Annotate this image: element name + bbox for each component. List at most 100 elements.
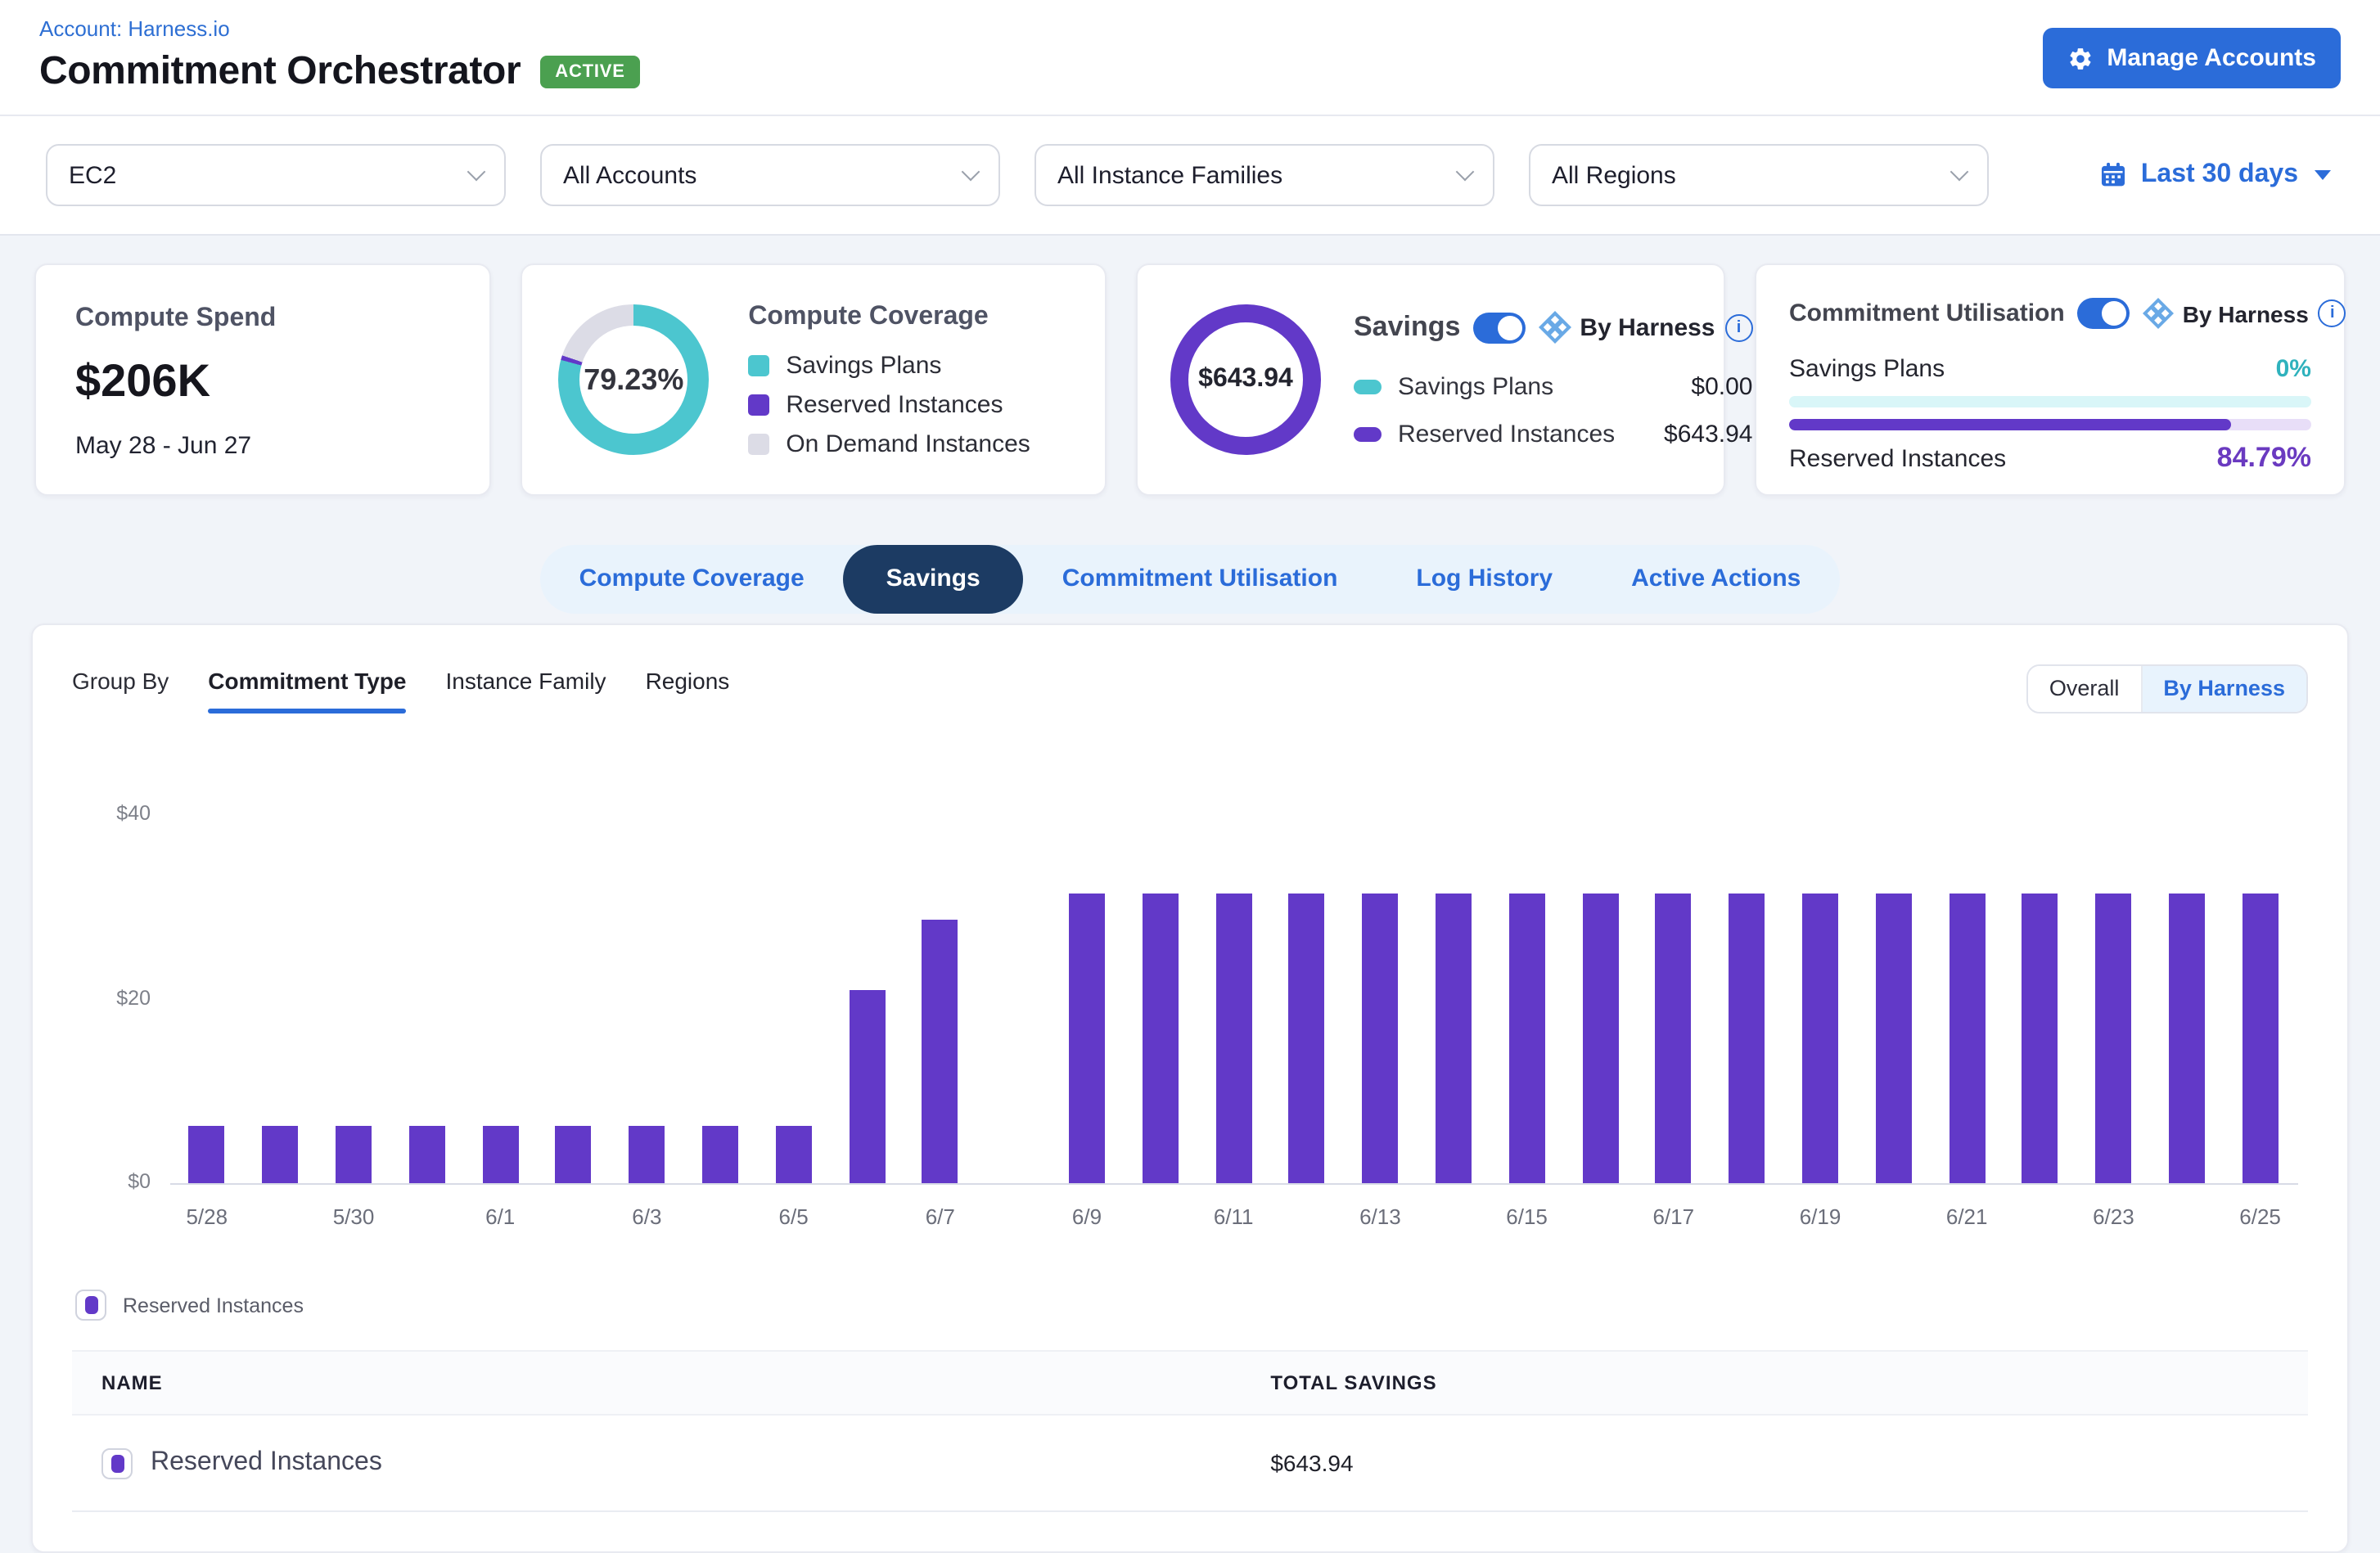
coverage-donut-chart: 79.23% xyxy=(558,304,709,455)
coverage-legend: Savings Plans Reserved Instances On Dema… xyxy=(748,351,1030,457)
x-axis-tick: 6/13 xyxy=(1359,1204,1401,1229)
x-axis-tick: 6/1 xyxy=(485,1204,515,1229)
tab-active-actions[interactable]: Active Actions xyxy=(1592,545,1840,614)
x-axis-tick: 6/3 xyxy=(632,1204,661,1229)
account-link[interactable]: Account: Harness.io xyxy=(39,16,230,41)
compute-spend-card: Compute Spend $206K May 28 - Jun 27 xyxy=(34,263,491,496)
legend-item: On Demand Instances xyxy=(748,430,1030,457)
date-range-picker[interactable]: Last 30 days xyxy=(2098,160,2331,190)
tab-commitment-utilisation[interactable]: Commitment Utilisation xyxy=(1023,545,1377,614)
gear-icon xyxy=(2067,45,2094,71)
bar-5/29[interactable] xyxy=(262,1125,298,1183)
info-icon[interactable]: i xyxy=(1725,313,1753,341)
util-row-percent: 0% xyxy=(2276,355,2311,383)
bar-5/31[interactable] xyxy=(409,1125,445,1183)
tab-savings[interactable]: Savings xyxy=(844,545,1023,614)
bar-6/6[interactable] xyxy=(849,990,885,1183)
accounts-select[interactable]: All Accounts xyxy=(540,144,1000,206)
bar-6/22[interactable] xyxy=(2022,894,2058,1183)
x-axis-tick: 6/5 xyxy=(779,1204,809,1229)
regions-select[interactable]: All Regions xyxy=(1529,144,1989,206)
column-header-total-savings: TOTAL SAVINGS xyxy=(1270,1371,2308,1394)
bar-6/17[interactable] xyxy=(1656,894,1692,1183)
bar-6/10[interactable] xyxy=(1143,894,1179,1183)
toggle-knob xyxy=(2103,301,2127,326)
instance-families-select[interactable]: All Instance Families xyxy=(1034,144,1494,206)
util-row-label: Savings Plans xyxy=(1789,355,1945,383)
card-title: Compute Coverage xyxy=(748,302,1030,331)
bar-6/14[interactable] xyxy=(1436,894,1472,1183)
savings-row-label: Reserved Instances xyxy=(1398,421,1664,448)
view-overall[interactable]: Overall xyxy=(2028,666,2141,712)
y-axis-tick: $0 xyxy=(72,1170,151,1193)
by-harness-toggle[interactable] xyxy=(1473,312,1526,343)
bar-6/3[interactable] xyxy=(629,1125,665,1183)
x-axis-tick: 6/7 xyxy=(926,1204,955,1229)
savings-row-value: $0.00 xyxy=(1691,373,1752,401)
bar-6/11[interactable] xyxy=(1215,894,1251,1183)
harness-logo-icon xyxy=(1539,311,1571,344)
bar-6/7[interactable] xyxy=(922,919,958,1183)
bar-6/25[interactable] xyxy=(2243,894,2279,1183)
toggle-knob xyxy=(1498,315,1522,340)
tab-log-history[interactable]: Log History xyxy=(1377,545,1592,614)
group-by-instance-family[interactable]: Instance Family xyxy=(445,668,606,694)
info-icon[interactable]: i xyxy=(2319,299,2346,327)
summary-cards: Compute Spend $206K May 28 - Jun 27 79.2… xyxy=(34,263,2346,496)
x-axis-tick: 6/17 xyxy=(1652,1204,1694,1229)
bar-6/5[interactable] xyxy=(776,1125,812,1183)
coverage-percent: 79.23% xyxy=(584,362,683,397)
x-axis-tick: 6/9 xyxy=(1072,1204,1102,1229)
table-row[interactable]: Reserved Instances $643.94 xyxy=(72,1416,2308,1512)
group-by-commitment-type[interactable]: Commitment Type xyxy=(208,668,406,713)
table-header: NAME TOTAL SAVINGS xyxy=(72,1350,2308,1416)
card-title: Savings xyxy=(1354,311,1460,344)
by-harness-label: By Harness xyxy=(2183,300,2309,326)
section-tabs: Compute Coverage Savings Commitment Util… xyxy=(540,545,1841,614)
legend-pill xyxy=(1354,427,1382,442)
bar-6/20[interactable] xyxy=(1876,894,1912,1183)
group-by-controls: Group By Commitment Type Instance Family… xyxy=(72,664,729,713)
bar-5/30[interactable] xyxy=(336,1125,372,1183)
bar-6/9[interactable] xyxy=(1069,894,1105,1183)
bar-6/13[interactable] xyxy=(1362,894,1398,1183)
bar-6/2[interactable] xyxy=(556,1125,592,1183)
bar-6/23[interactable] xyxy=(2095,894,2131,1183)
chart-legend[interactable]: Reserved Instances xyxy=(75,1290,2308,1321)
manage-accounts-button[interactable]: Manage Accounts xyxy=(2043,28,2341,88)
bar-6/18[interactable] xyxy=(1729,894,1765,1183)
legend-swatch xyxy=(748,433,769,454)
by-harness-toggle[interactable] xyxy=(2078,298,2130,329)
bar-6/24[interactable] xyxy=(2169,894,2205,1183)
service-select-value: EC2 xyxy=(69,161,116,189)
bar-6/15[interactable] xyxy=(1509,894,1545,1183)
x-axis-tick: 5/30 xyxy=(333,1204,375,1229)
legend-item: Savings Plans xyxy=(748,351,1030,379)
compute-coverage-card: 79.23% Compute Coverage Savings Plans Re… xyxy=(521,263,1107,496)
bar-6/21[interactable] xyxy=(1949,894,1985,1183)
view-by-harness[interactable]: By Harness xyxy=(2140,666,2306,712)
group-by-regions[interactable]: Regions xyxy=(646,668,730,694)
bar-6/19[interactable] xyxy=(1802,894,1838,1183)
chevron-down-icon xyxy=(1456,163,1475,182)
by-harness-label: By Harness xyxy=(1580,313,1715,341)
y-axis-tick: $40 xyxy=(72,802,151,825)
legend-item: Reserved Instances xyxy=(748,390,1030,418)
row-name: Reserved Instances xyxy=(151,1448,382,1478)
header: Account: Harness.io Commitment Orchestra… xyxy=(0,0,2380,116)
tab-compute-coverage[interactable]: Compute Coverage xyxy=(540,545,844,614)
bar-6/16[interactable] xyxy=(1582,894,1618,1183)
service-select[interactable]: EC2 xyxy=(46,144,506,206)
bar-6/1[interactable] xyxy=(482,1125,518,1183)
legend-label: Savings Plans xyxy=(786,351,941,379)
legend-checkbox[interactable] xyxy=(75,1290,106,1321)
util-row-label: Reserved Instances xyxy=(1789,444,2006,472)
savings-row: Savings Plans $0.00 xyxy=(1354,373,1753,401)
card-title: Commitment Utilisation xyxy=(1789,299,2065,327)
bar-5/28[interactable] xyxy=(189,1125,225,1183)
legend-swatch xyxy=(748,394,769,415)
x-axis-tick: 6/23 xyxy=(2093,1204,2134,1229)
bar-6/4[interactable] xyxy=(702,1125,738,1183)
reserved-instances-utilisation-bar xyxy=(1789,419,2311,430)
bar-6/12[interactable] xyxy=(1289,894,1325,1183)
